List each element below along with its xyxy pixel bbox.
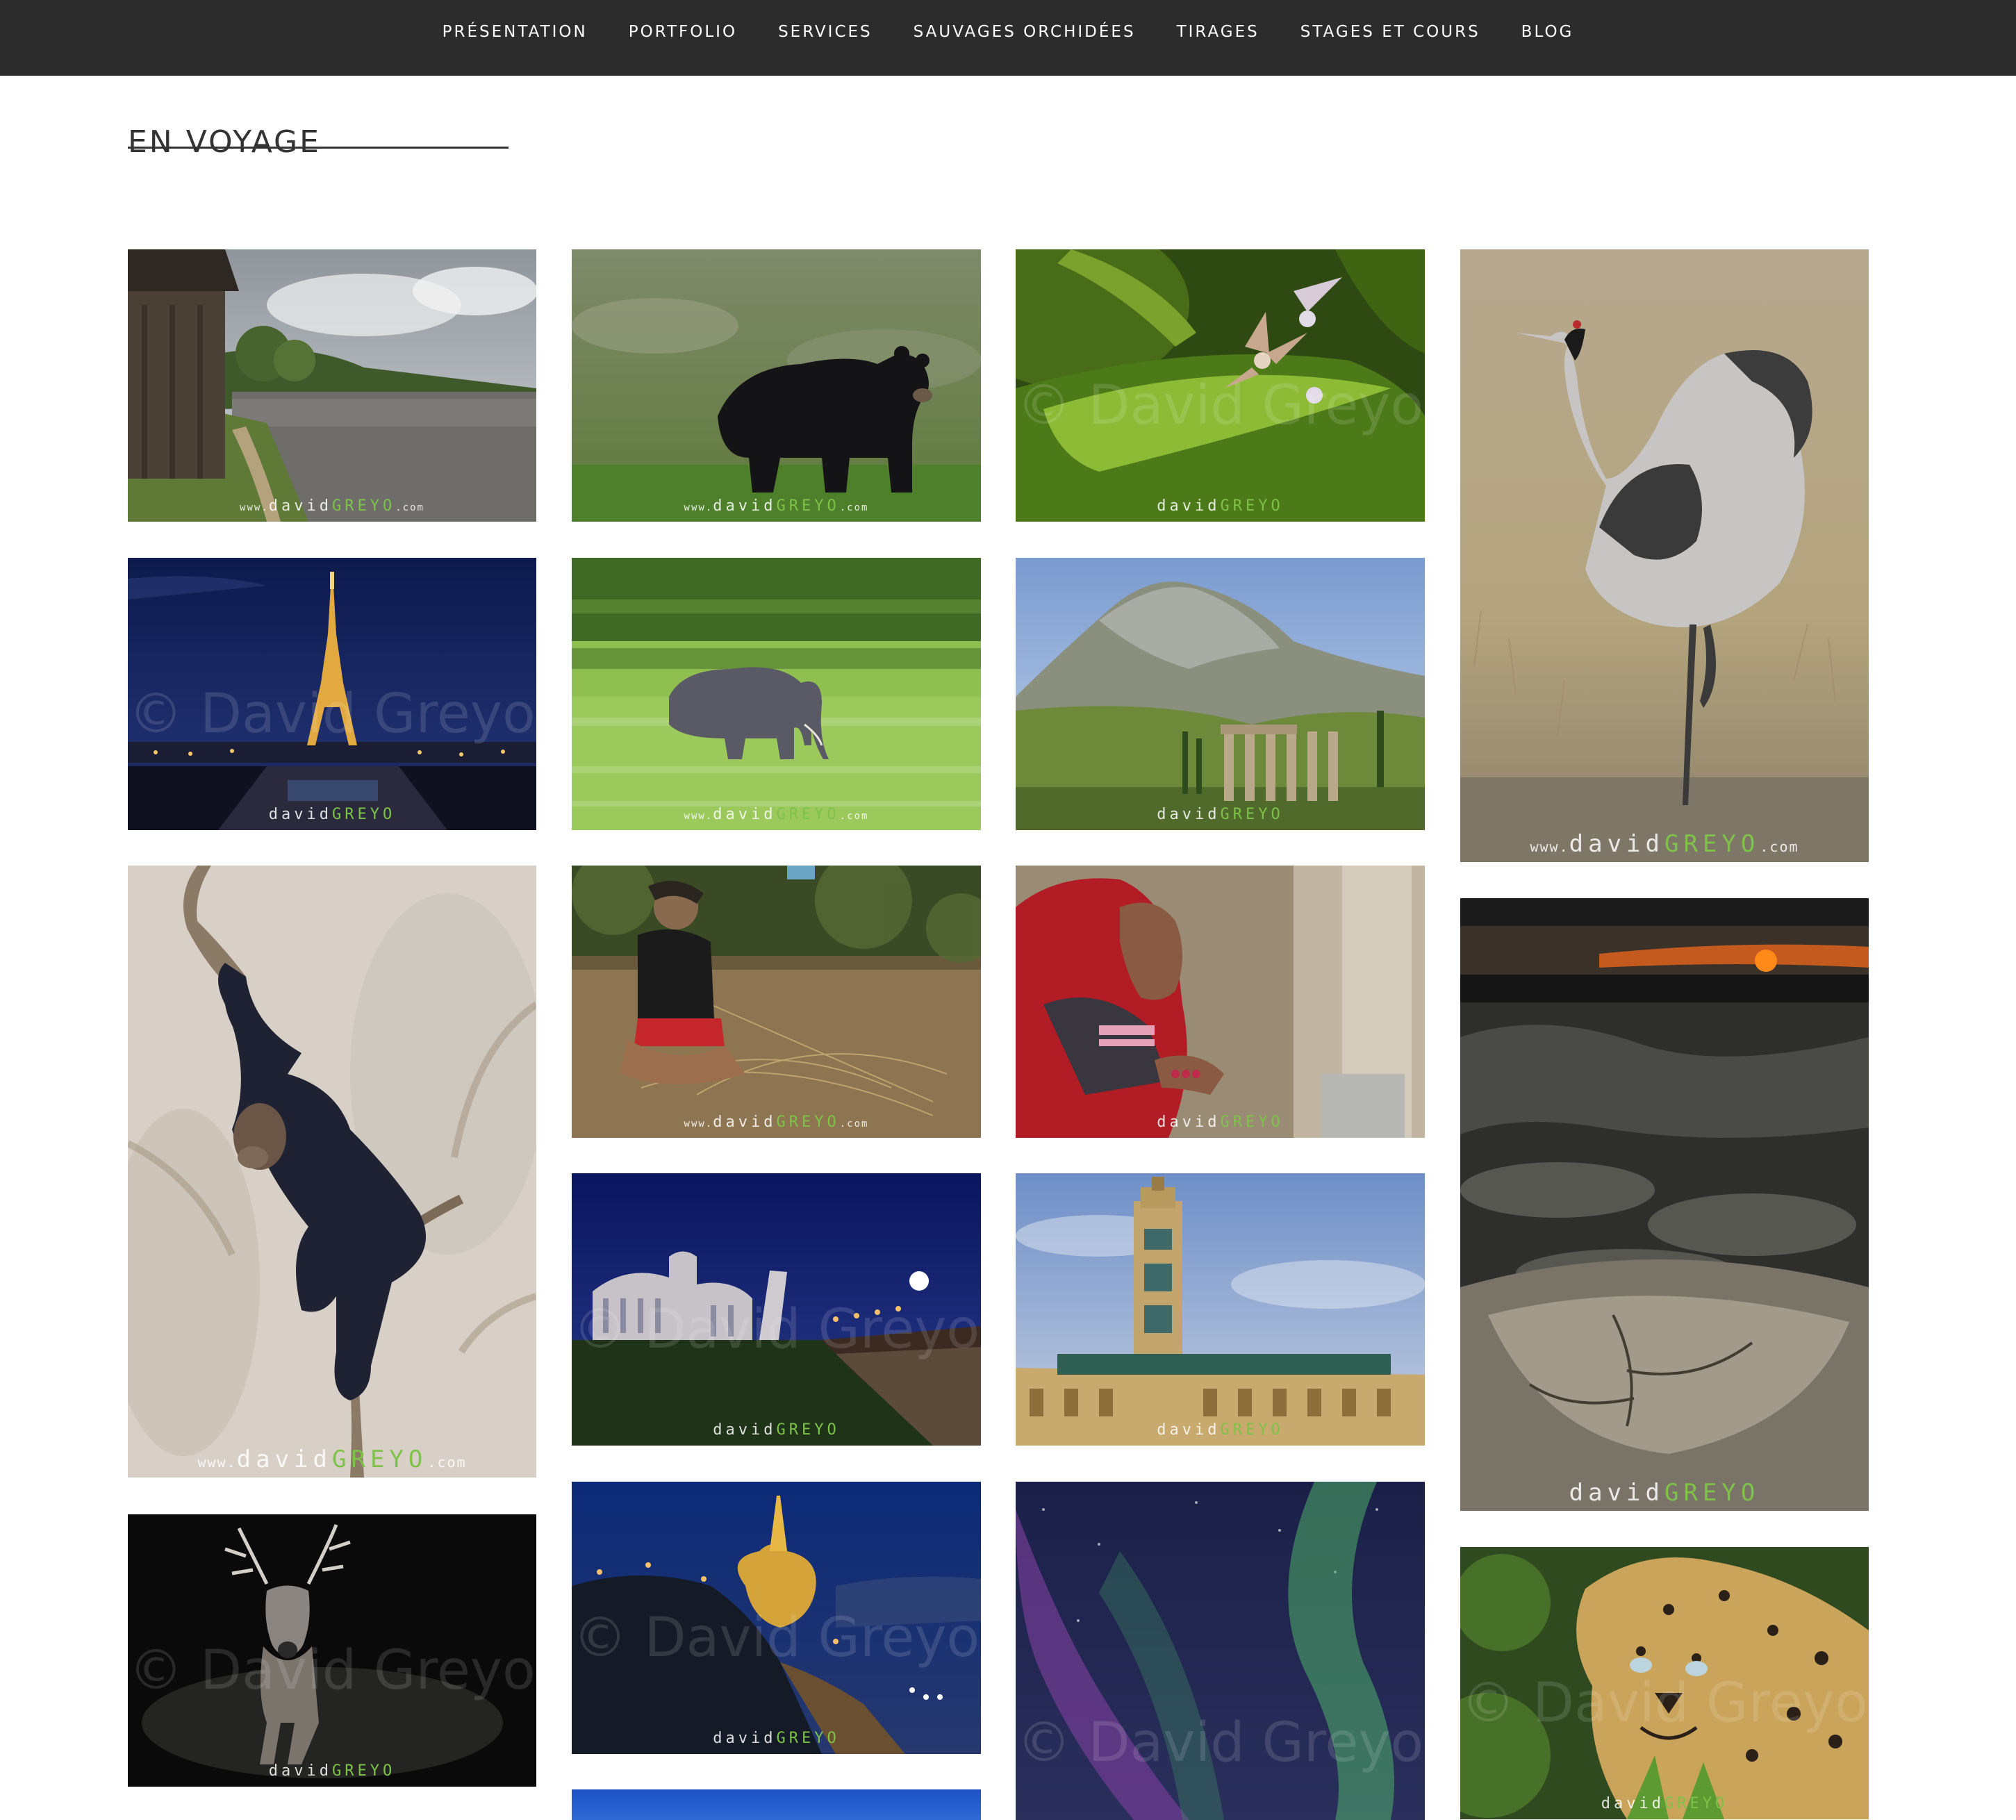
watermark: davidGREYO	[1157, 497, 1284, 515]
nav-item-blog[interactable]: BLOG	[1521, 23, 1574, 41]
copyright-overlay: © David Greyo	[1016, 374, 1424, 438]
gallery-photo-black-bear[interactable]: www.davidGREYO.com	[572, 249, 981, 522]
title-underline	[128, 147, 509, 149]
watermark: davidGREYO	[1157, 806, 1284, 823]
river-landscape-photo	[128, 249, 536, 522]
watermark: www.davidGREYO.com	[1530, 830, 1799, 858]
nav-item-presentation[interactable]: PRÉSENTATION	[443, 23, 588, 41]
copyright-overlay: © David Greyo	[572, 1298, 980, 1362]
gallery-photo-chimpanzee[interactable]: www.davidGREYO.com	[128, 866, 536, 1478]
copyright-overlay: © David Greyo	[1016, 1712, 1424, 1775]
gallery-photo-leopard[interactable]: © David Greyo davidGREYO	[1460, 1547, 1869, 1819]
main-nav: PRÉSENTATION PORTFOLIO SERVICES SAUVAGES…	[0, 0, 2016, 64]
copyright-overlay: © David Greyo	[572, 1607, 980, 1670]
watermark: www.davidGREYO.com	[684, 806, 869, 823]
portrait-photo	[1016, 866, 1425, 1138]
copyright-overlay: © David Greyo	[129, 683, 536, 746]
watermark: davidGREYO	[1601, 1795, 1728, 1812]
gallery-photo-orchid[interactable]: © David Greyo davidGREYO	[1016, 249, 1425, 522]
nav-item-sauvages-orchidees[interactable]: SAUVAGES ORCHIDÉES	[914, 23, 1136, 41]
sky-photo	[572, 1789, 981, 1820]
gallery-photo-river-village[interactable]: www.davidGREYO.com	[128, 249, 536, 522]
watermark: davidGREYO	[713, 1730, 840, 1747]
gallery-photo-eiffel-tower-night[interactable]: © David Greyo davidGREYO	[128, 558, 536, 830]
watermark: www.davidGREYO.com	[684, 497, 869, 515]
gallery-photo-golden-rock-pagoda[interactable]: © David Greyo davidGREYO	[572, 1482, 981, 1754]
nav-item-tirages[interactable]: TIRAGES	[1177, 23, 1259, 41]
nav-item-stages-et-cours[interactable]: STAGES ET COURS	[1300, 23, 1480, 41]
crane-photo	[1460, 249, 1869, 862]
copyright-overlay: © David Greyo	[1461, 1672, 1868, 1735]
watermark: davidGREYO	[268, 1762, 396, 1780]
sunset-photo	[1460, 898, 1869, 1511]
weaver-photo	[572, 866, 981, 1138]
gallery-photo-mountain-temple-ruins[interactable]: davidGREYO	[1016, 558, 1425, 830]
nav-item-portfolio[interactable]: PORTFOLIO	[629, 23, 737, 41]
gallery-photo-aurora-borealis[interactable]: © David Greyo	[1016, 1482, 1425, 1820]
watermark: davidGREYO	[1569, 1479, 1760, 1507]
gallery-photo-red-deer-stag[interactable]: © David Greyo davidGREYO	[128, 1514, 536, 1787]
copyright-overlay: © David Greyo	[129, 1639, 536, 1703]
chimpanzee-photo	[128, 866, 536, 1478]
watermark: www.davidGREYO.com	[240, 497, 424, 515]
gallery-photo-sunset-volcanic-rocks[interactable]: davidGREYO	[1460, 898, 1869, 1511]
watermark: davidGREYO	[1157, 1421, 1284, 1439]
watermark: www.davidGREYO.com	[684, 1114, 869, 1131]
gallery-photo-blue-sky-partial[interactable]	[572, 1789, 981, 1820]
page-title: EN VOYAGE	[128, 124, 321, 160]
watermark: davidGREYO	[268, 806, 396, 823]
elephant-photo	[572, 558, 981, 830]
gallery-photo-pisa-night[interactable]: © David Greyo davidGREYO	[572, 1173, 981, 1446]
bear-photo	[572, 249, 981, 522]
watermark: davidGREYO	[713, 1421, 840, 1439]
gallery-photo-elephant-motion[interactable]: www.davidGREYO.com	[572, 558, 981, 830]
gallery-photo-basket-weaver[interactable]: www.davidGREYO.com	[572, 866, 981, 1138]
ruins-photo	[1016, 558, 1425, 830]
gallery-photo-mosque-minaret[interactable]: davidGREYO	[1016, 1173, 1425, 1446]
gallery-photo-common-crane[interactable]: www.davidGREYO.com	[1460, 249, 1869, 862]
watermark: davidGREYO	[1157, 1114, 1284, 1131]
mosque-photo	[1016, 1173, 1425, 1446]
nav-item-services[interactable]: SERVICES	[778, 23, 873, 41]
gallery-photo-woman-in-red-sari[interactable]: davidGREYO	[1016, 866, 1425, 1138]
watermark: www.davidGREYO.com	[197, 1446, 467, 1473]
